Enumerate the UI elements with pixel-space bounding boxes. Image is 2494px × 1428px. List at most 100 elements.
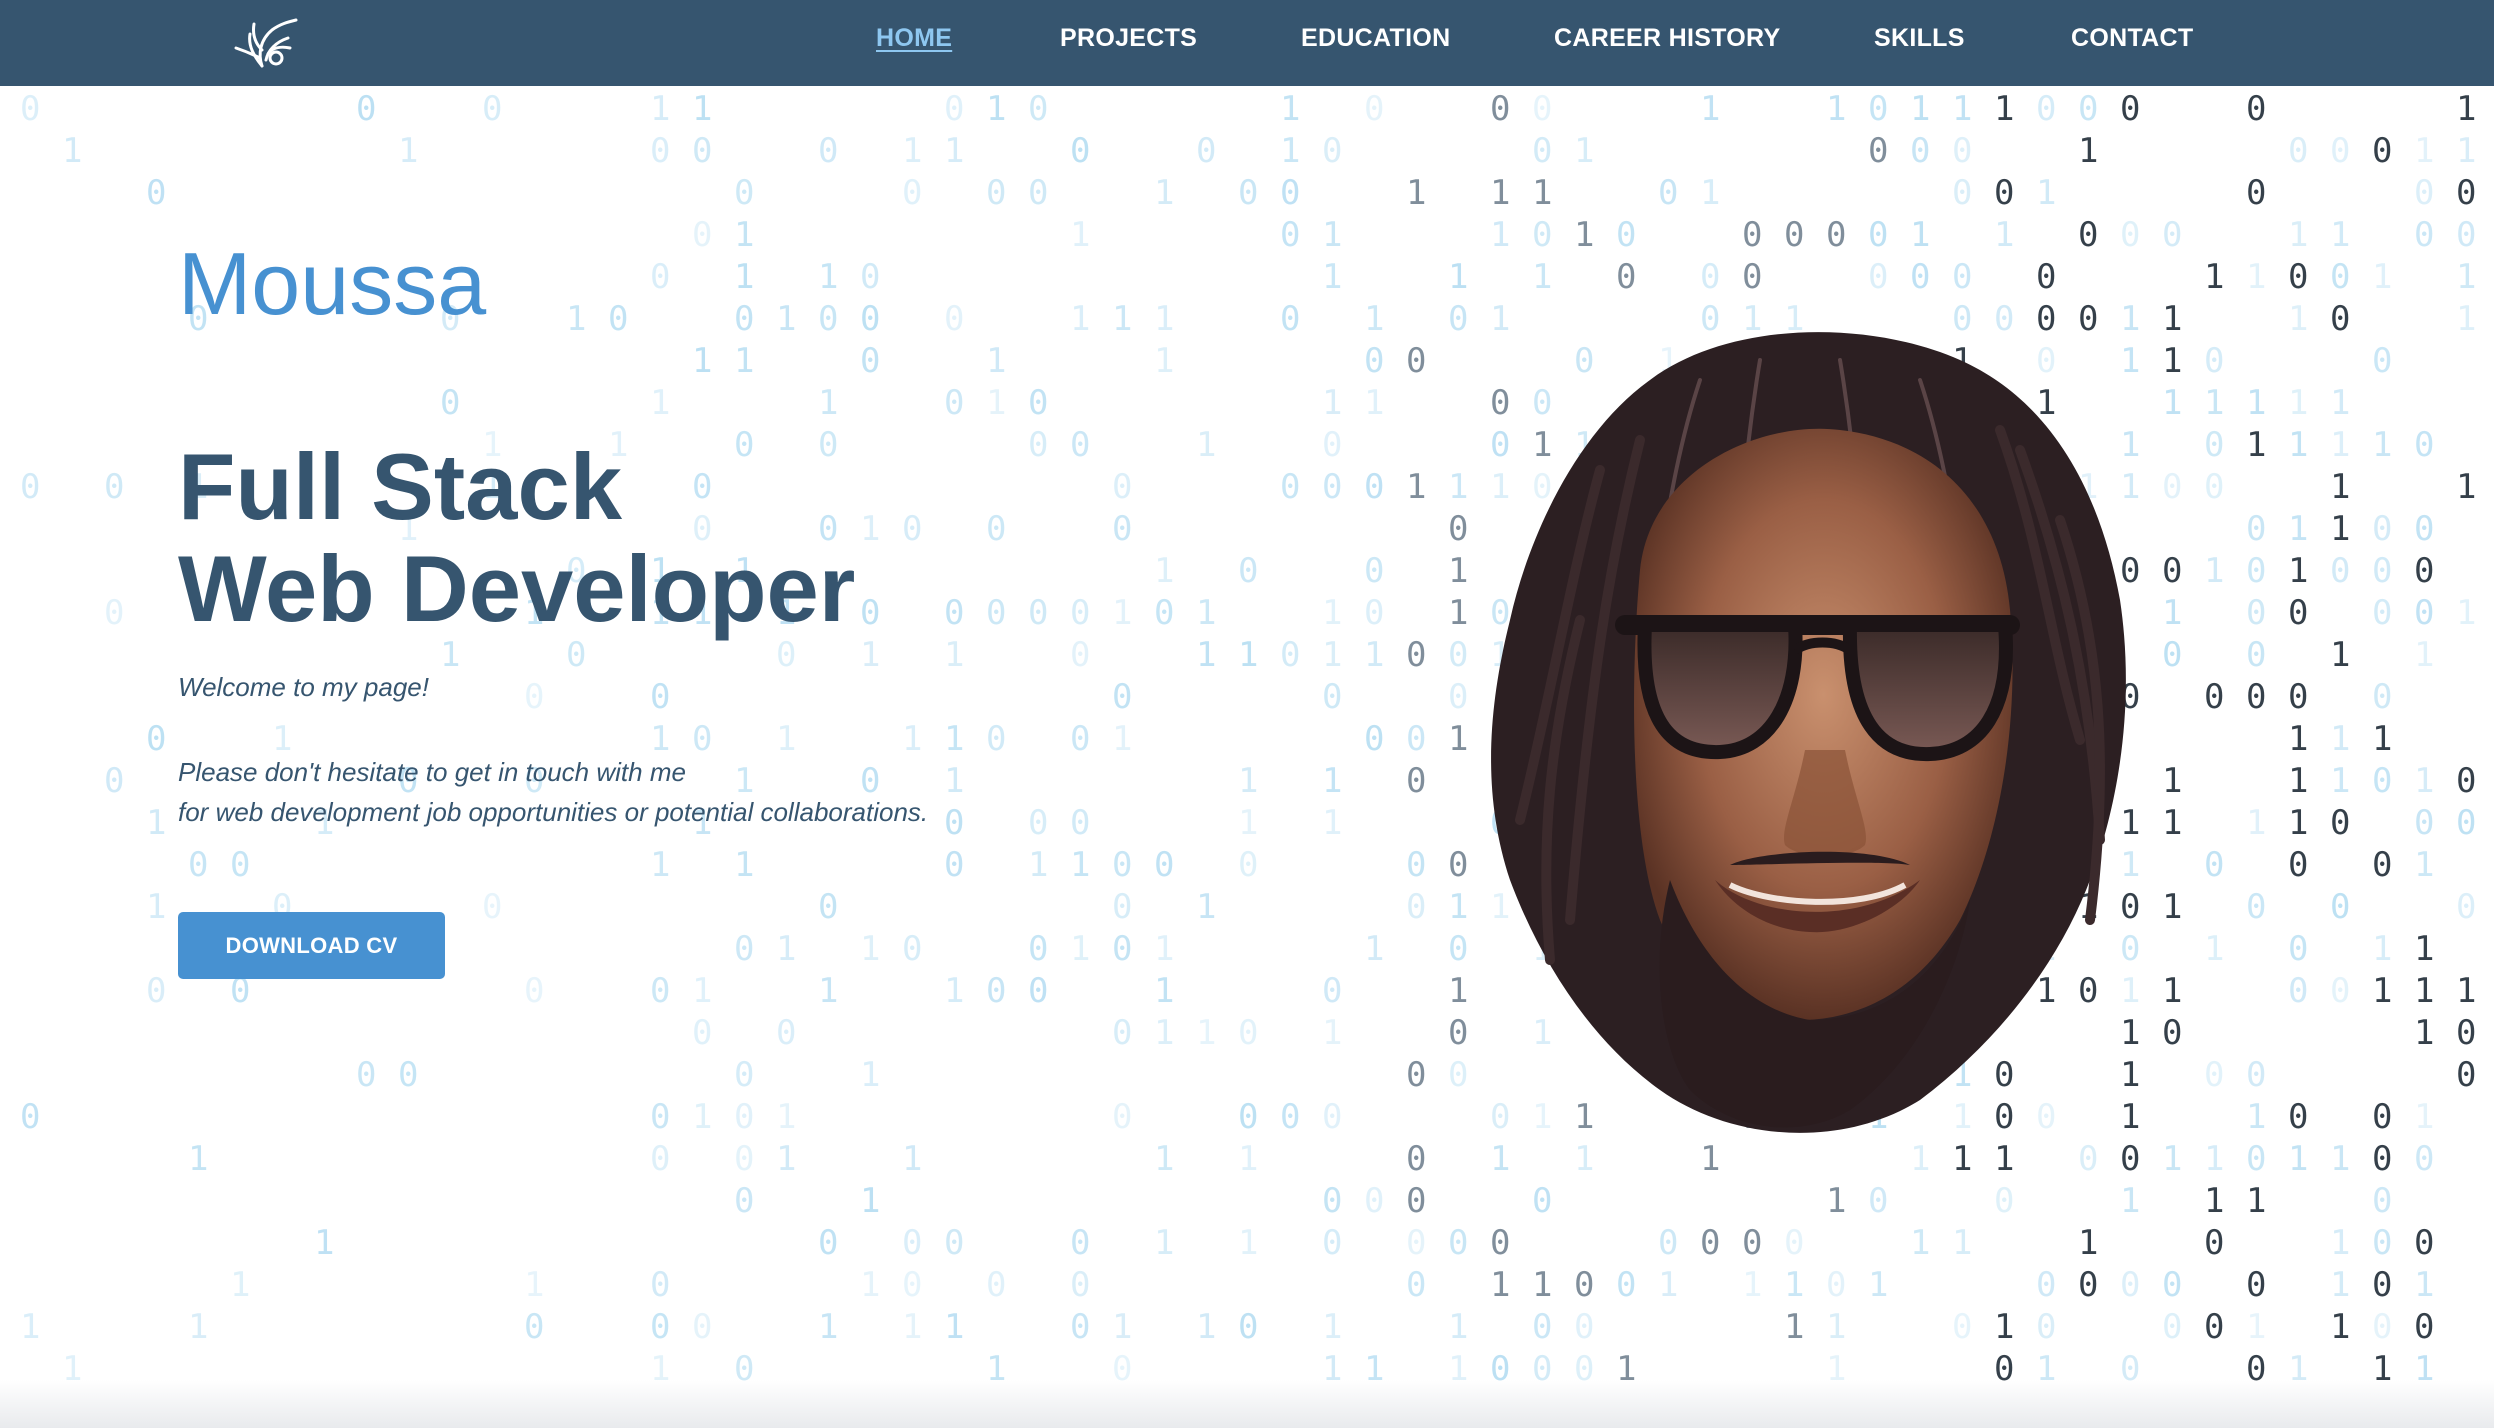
binary-digit: 0 xyxy=(2372,1265,2392,1305)
binary-digit: 1 xyxy=(1700,173,1720,213)
binary-digit: 1 xyxy=(1784,1307,1804,1347)
binary-digit: 0 xyxy=(1112,677,1132,717)
binary-digit: 1 xyxy=(2246,257,2266,297)
binary-digit: 0 xyxy=(1112,845,1132,885)
binary-digit: 0 xyxy=(356,89,376,129)
binary-digit: 1 xyxy=(1070,929,1090,969)
binary-digit: 0 xyxy=(2372,593,2392,633)
binary-digit: 1 xyxy=(902,1307,922,1347)
binary-digit: 0 xyxy=(2204,1055,2224,1095)
binary-digit: 1 xyxy=(1196,425,1216,465)
nav-education-link[interactable]: EDUCATION xyxy=(1301,24,1450,53)
binary-digit: 1 xyxy=(1112,299,1132,339)
binary-digit: 1 xyxy=(1700,89,1720,129)
binary-digit: 0 xyxy=(1028,929,1048,969)
binary-digit: 0 xyxy=(2204,467,2224,507)
binary-digit: 0 xyxy=(1112,1097,1132,1137)
binary-digit: 0 xyxy=(2120,89,2140,129)
binary-digit: 1 xyxy=(2204,257,2224,297)
binary-digit: 1 xyxy=(1238,635,1258,675)
binary-digit: 0 xyxy=(776,1013,796,1053)
binary-digit: 0 xyxy=(692,1013,712,1053)
binary-digit: 1 xyxy=(2246,383,2266,423)
binary-digit: 1 xyxy=(944,719,964,759)
binary-digit: 0 xyxy=(1070,635,1090,675)
binary-digit: 0 xyxy=(1238,845,1258,885)
binary-digit: 1 xyxy=(2414,929,2434,969)
binary-digit: 0 xyxy=(1238,551,1258,591)
binary-digit: 1 xyxy=(2288,761,2308,801)
binary-digit: 1 xyxy=(692,341,712,381)
binary-digit: 1 xyxy=(986,383,1006,423)
binary-digit: 1 xyxy=(1154,1139,1174,1179)
binary-digit: 1 xyxy=(1658,1265,1678,1305)
binary-digit: 0 xyxy=(2036,1265,2056,1305)
binary-digit: 1 xyxy=(314,1223,334,1263)
binary-digit: 0 xyxy=(398,1055,418,1095)
binary-digit: 1 xyxy=(944,761,964,801)
binary-digit: 0 xyxy=(1532,215,1552,255)
download-cv-button[interactable]: DOWNLOAD CV xyxy=(178,912,445,979)
binary-digit: 1 xyxy=(2288,1139,2308,1179)
binary-digit: 1 xyxy=(2456,131,2476,171)
binary-digit: 1 xyxy=(1364,383,1384,423)
binary-digit: 1 xyxy=(2330,635,2350,675)
binary-digit: 0 xyxy=(1406,1223,1426,1263)
binary-digit: 1 xyxy=(986,341,1006,381)
binary-digit: 1 xyxy=(2204,383,2224,423)
binary-digit: 1 xyxy=(1322,383,1342,423)
binary-digit: 1 xyxy=(1112,1307,1132,1347)
binary-digit: 1 xyxy=(1070,215,1090,255)
binary-digit: 1 xyxy=(1322,803,1342,843)
binary-digit: 0 xyxy=(944,383,964,423)
binary-digit: 0 xyxy=(2288,257,2308,297)
binary-digit: 0 xyxy=(2162,215,2182,255)
binary-digit: 0 xyxy=(2456,173,2476,213)
binary-digit: 1 xyxy=(860,929,880,969)
binary-digit: 0 xyxy=(986,593,1006,633)
binary-digit: 0 xyxy=(1910,257,1930,297)
binary-digit: 0 xyxy=(1280,635,1300,675)
nav-projects-link[interactable]: PROJECTS xyxy=(1060,24,1197,53)
binary-digit: 0 xyxy=(902,929,922,969)
binary-digit: 0 xyxy=(650,1139,670,1179)
nav-home-link[interactable]: HOME xyxy=(876,24,952,53)
binary-digit: 0 xyxy=(692,1307,712,1347)
binary-digit: 0 xyxy=(146,719,166,759)
binary-digit: 0 xyxy=(2456,1055,2476,1095)
binary-digit: 1 xyxy=(230,1265,250,1305)
binary-digit: 0 xyxy=(2078,89,2098,129)
binary-digit: 0 xyxy=(1994,173,2014,213)
binary-digit: 0 xyxy=(230,845,250,885)
binary-digit: 1 xyxy=(2372,971,2392,1011)
binary-digit: 1 xyxy=(1406,173,1426,213)
binary-digit: 1 xyxy=(1070,299,1090,339)
binary-digit: 0 xyxy=(818,1223,838,1263)
binary-digit: 0 xyxy=(20,89,40,129)
binary-digit: 1 xyxy=(2288,383,2308,423)
binary-digit: 1 xyxy=(2330,1223,2350,1263)
binary-digit: 0 xyxy=(1910,131,1930,171)
binary-digit: 0 xyxy=(1952,1307,1972,1347)
binary-digit: 0 xyxy=(1028,173,1048,213)
binary-digit: 1 xyxy=(1910,1223,1930,1263)
binary-digit: 1 xyxy=(2330,761,2350,801)
binary-digit: 0 xyxy=(2036,89,2056,129)
binary-digit: 0 xyxy=(1280,173,1300,213)
binary-digit: 1 xyxy=(1196,593,1216,633)
binary-digit: 0 xyxy=(1658,173,1678,213)
binary-digit: 0 xyxy=(524,971,544,1011)
binary-digit: 1 xyxy=(2288,719,2308,759)
binary-digit: 0 xyxy=(2330,887,2350,927)
binary-digit: 1 xyxy=(692,971,712,1011)
binary-digit: 0 xyxy=(776,635,796,675)
binary-digit: 0 xyxy=(2204,1223,2224,1263)
nav-contact-link[interactable]: CONTACT xyxy=(2071,24,2193,53)
binary-digit: 0 xyxy=(1742,1223,1762,1263)
nav-career-history-link[interactable]: CAREER HISTORY xyxy=(1554,24,1780,53)
binary-digit: 1 xyxy=(692,1097,712,1137)
nav-skills-link[interactable]: SKILLS xyxy=(1874,24,1965,53)
binary-digit: 0 xyxy=(902,1265,922,1305)
binary-digit: 0 xyxy=(1238,1097,1258,1137)
binary-digit: 1 xyxy=(944,1307,964,1347)
